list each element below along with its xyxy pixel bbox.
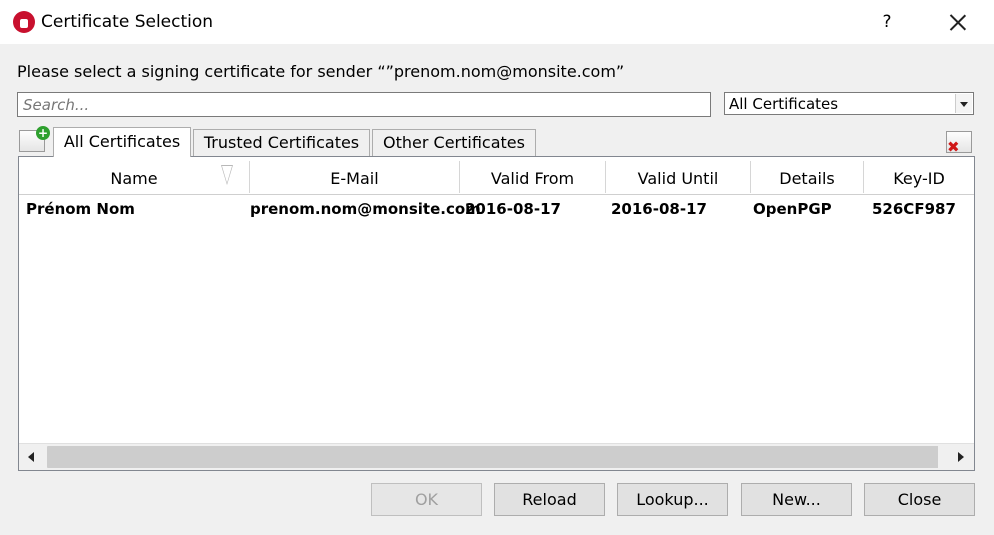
app-icon <box>13 11 35 33</box>
scrollbar-thumb[interactable] <box>47 446 940 468</box>
filter-selected-value: All Certificates <box>729 95 839 113</box>
new-tab-button[interactable]: + <box>19 126 50 152</box>
add-icon: + <box>36 126 50 140</box>
window-title: Certificate Selection <box>41 12 214 32</box>
search-box[interactable] <box>17 92 711 117</box>
search-input[interactable] <box>18 93 710 116</box>
column-header-email[interactable]: E-Mail <box>250 161 460 193</box>
column-header-key-id[interactable]: Key-ID <box>864 161 974 193</box>
column-header-valid-from[interactable]: Valid From <box>460 161 606 193</box>
chevron-down-icon[interactable] <box>955 94 972 113</box>
horizontal-scrollbar[interactable] <box>19 443 974 470</box>
column-header-details[interactable]: Details <box>751 161 864 193</box>
scrollbar-track[interactable] <box>938 446 946 468</box>
scroll-right-icon[interactable] <box>946 444 974 470</box>
cell-details: OpenPGP <box>753 200 832 218</box>
column-label: Name <box>110 169 158 188</box>
tab-other-certificates[interactable]: Other Certificates <box>372 129 536 156</box>
table-header: Name E-Mail Valid From Valid Until Detai… <box>19 157 974 195</box>
scroll-left-icon[interactable] <box>19 444 47 470</box>
cell-email: prenom.nom@monsite.com <box>250 200 481 218</box>
close-icon: ✖ <box>947 138 960 156</box>
help-button[interactable]: ? <box>872 8 902 36</box>
tab-trusted-certificates[interactable]: Trusted Certificates <box>193 129 370 156</box>
cell-key-id: 526CF987 <box>872 200 956 218</box>
ok-button[interactable]: OK <box>371 483 482 516</box>
new-button[interactable]: New... <box>741 483 852 516</box>
cell-valid-until: 2016-08-17 <box>611 200 707 218</box>
certificate-filter-select[interactable]: All Certificates <box>724 92 974 115</box>
tab-all-certificates[interactable]: All Certificates <box>53 127 191 157</box>
column-header-name[interactable]: Name <box>19 161 250 193</box>
instruction-text: Please select a signing certificate for … <box>17 62 625 81</box>
title-bar: Certificate Selection ? <box>0 0 994 44</box>
certificate-table[interactable]: Name E-Mail Valid From Valid Until Detai… <box>18 156 975 471</box>
cell-name: Prénom Nom <box>26 200 135 218</box>
close-tab-button[interactable]: ✖ <box>946 131 972 156</box>
close-button[interactable]: Close <box>864 483 975 516</box>
sort-indicator-icon <box>221 165 233 185</box>
cell-valid-from: 2016-08-17 <box>465 200 561 218</box>
window-close-button[interactable] <box>938 6 978 38</box>
column-header-valid-until[interactable]: Valid Until <box>606 161 751 193</box>
table-row[interactable]: Prénom Nom prenom.nom@monsite.com 2016-0… <box>19 197 974 221</box>
reload-button[interactable]: Reload <box>494 483 605 516</box>
lookup-button[interactable]: Lookup... <box>617 483 728 516</box>
